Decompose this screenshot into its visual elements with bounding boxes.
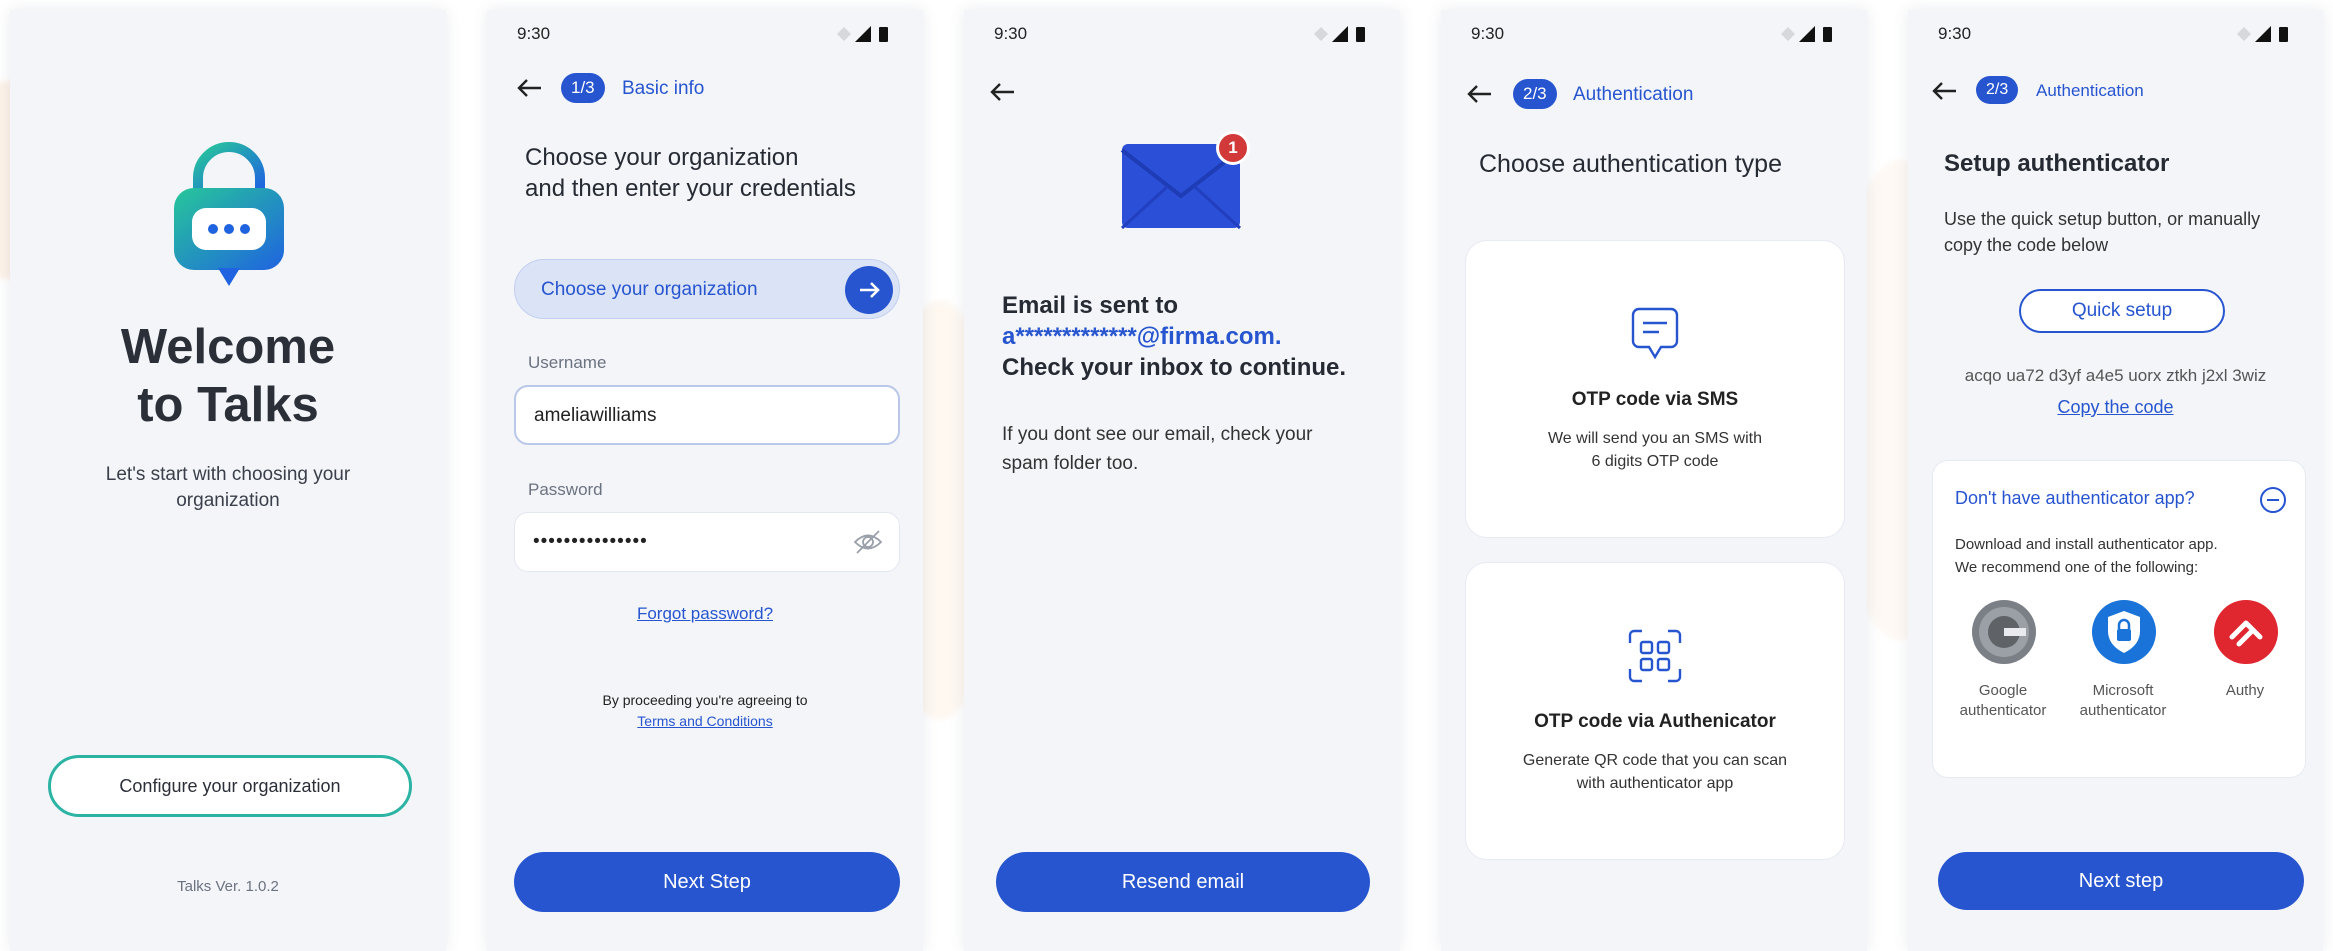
setup-desc-line2: copy the code below: [1944, 235, 2109, 255]
next-step-button[interactable]: Next step: [1938, 852, 2304, 910]
status-icons: [2235, 25, 2293, 43]
authenticator-option-card[interactable]: OTP code via Authenicator Generate QR co…: [1465, 562, 1845, 860]
back-arrow-icon[interactable]: [988, 80, 1018, 104]
status-time: 9:30: [994, 24, 1028, 43]
welcome-subtitle-line2: organization: [176, 490, 280, 511]
app-logo: [168, 140, 290, 290]
password-field[interactable]: •••••••••••••••: [514, 512, 900, 572]
step-label: Basic info: [622, 78, 705, 99]
step-badge: 2/3: [1976, 76, 2019, 104]
microsoft-authenticator-name-line2: authenticator: [2079, 702, 2167, 719]
status-icons: [1779, 25, 1837, 43]
next-step-button[interactable]: Next Step: [514, 852, 900, 912]
version-text: Talks Ver. 1.0.2: [177, 878, 279, 895]
username-field[interactable]: ameliawilliams: [514, 385, 900, 445]
no-authenticator-desc-line1: Download and install authenticator app.: [1955, 536, 2218, 553]
agreement-text: By proceeding you're agreeing to: [602, 692, 808, 708]
secret-code: acqo ua72 d3yf a4e5 uorx ztkh j2xl 3wiz: [1964, 366, 2267, 385]
choose-organization-field[interactable]: Choose your organization: [514, 259, 900, 319]
forgot-password-link[interactable]: Forgot password?: [487, 604, 923, 624]
no-authenticator-desc-line2: We recommend one of the following:: [1955, 559, 2199, 576]
authentication-type-screen: 9:30 2/3 Authentication Choose authentic…: [1441, 10, 1867, 951]
step-label: Authentication: [1573, 84, 1694, 105]
microsoft-authenticator-name-line1: Microsoft: [2092, 682, 2154, 699]
email-address: a*************@firma.com.: [1002, 323, 1282, 350]
username-label: Username: [528, 353, 607, 372]
choose-organization-label: Choose your organization: [541, 279, 758, 300]
microsoft-authenticator-app[interactable]: Microsoft authenticator: [2071, 599, 2175, 729]
microsoft-authenticator-icon: [2091, 599, 2157, 665]
username-value: ameliawilliams: [534, 405, 657, 426]
notification-badge: 1: [1216, 131, 1250, 165]
basic-info-screen: 9:30 1/3 Basic info Choose your organiza…: [487, 10, 923, 951]
status-time: 9:30: [1938, 24, 1972, 43]
back-arrow-icon[interactable]: [1930, 79, 1960, 103]
terms-link[interactable]: Terms and Conditions: [487, 711, 923, 732]
eye-off-icon[interactable]: [853, 529, 883, 555]
welcome-title-line1: Welcome: [120, 320, 336, 374]
spam-note-line2: spam folder too.: [1002, 453, 1139, 474]
heading-line2: and then enter your credentials: [525, 175, 856, 202]
authenticator-option-title: OTP code via Authenicator: [1534, 711, 1776, 732]
qr-scan-icon: [1628, 629, 1682, 683]
google-authenticator-icon: [1971, 599, 2037, 665]
sms-option-title: OTP code via SMS: [1571, 389, 1739, 410]
google-authenticator-app[interactable]: Google authenticator: [1951, 599, 2055, 729]
status-time: 9:30: [517, 24, 551, 43]
back-arrow-icon[interactable]: [1465, 82, 1495, 106]
status-time: 9:30: [1471, 24, 1505, 43]
google-authenticator-name-line1: Google: [1978, 682, 2028, 699]
authentication-heading: Choose authentication type: [1479, 150, 1782, 178]
spam-note-line1: If you dont see our email, check your: [1002, 424, 1313, 445]
welcome-subtitle-line1: Let's start with choosing your: [105, 464, 351, 485]
sms-option-desc-line1: We will send you an SMS with: [1547, 430, 1762, 447]
copy-code-link[interactable]: Copy the code: [1908, 397, 2323, 418]
setup-authenticator-screen: 9:30 2/3 Authentication Setup authentica…: [1908, 10, 2323, 951]
heading-line1: Choose your organization: [525, 144, 799, 171]
authy-icon: [2213, 599, 2279, 665]
message-icon: [1629, 307, 1681, 363]
password-value: •••••••••••••••: [533, 531, 648, 552]
setup-desc-line1: Use the quick setup button, or manually: [1944, 209, 2261, 229]
welcome-screen: Welcome to Talks Let's start with choosi…: [10, 10, 446, 951]
authy-app[interactable]: Authy: [2193, 599, 2297, 729]
setup-heading: Setup authenticator: [1944, 150, 2170, 177]
configure-organization-button[interactable]: Configure your organization: [48, 755, 412, 817]
back-arrow-icon[interactable]: [515, 76, 545, 100]
step-badge: 2/3: [1513, 79, 1557, 109]
authenticator-option-desc-line1: Generate QR code that you can scan: [1522, 752, 1788, 769]
email-sent-line1: Email is sent to: [1002, 292, 1179, 319]
authy-name-line1: Authy: [2225, 682, 2265, 699]
authenticator-option-desc-line2: with authenticator app: [1576, 775, 1734, 792]
step-label: Authentication: [2036, 81, 2144, 100]
email-sent-screen: 9:30 1 Email is sent to a*************@f…: [964, 10, 1400, 951]
quick-setup-button[interactable]: Quick setup: [2019, 289, 2225, 333]
no-authenticator-card: Don't have authenticator app? Download a…: [1932, 460, 2306, 778]
status-icons: [1312, 25, 1370, 43]
collapse-minus-icon[interactable]: [2259, 486, 2287, 514]
sms-option-card[interactable]: OTP code via SMS We will send you an SMS…: [1465, 240, 1845, 538]
step-badge: 1/3: [561, 73, 605, 103]
google-authenticator-name-line2: authenticator: [1959, 702, 2047, 719]
sms-option-desc-line2: 6 digits OTP code: [1591, 453, 1719, 470]
welcome-title-line2: to Talks: [137, 378, 319, 432]
notification-count: 1: [1228, 138, 1238, 157]
password-label: Password: [528, 480, 603, 499]
email-sent-line3: Check your inbox to continue.: [1002, 354, 1347, 381]
no-authenticator-title[interactable]: Don't have authenticator app?: [1955, 488, 2195, 509]
arrow-right-icon[interactable]: [845, 266, 893, 314]
status-icons: [835, 25, 893, 43]
resend-email-button[interactable]: Resend email: [996, 852, 1370, 912]
